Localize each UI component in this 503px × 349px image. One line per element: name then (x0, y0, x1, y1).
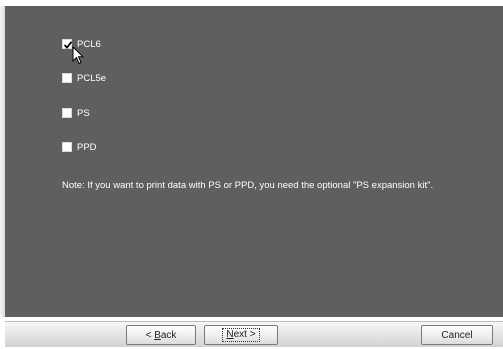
next-arrow: > (246, 329, 256, 340)
mouse-pointer-icon (72, 46, 84, 65)
next-accel: N (226, 329, 234, 340)
back-label: ack (160, 329, 177, 341)
cancel-button[interactable]: Cancel (421, 325, 493, 345)
option-pcl5e[interactable]: PCL5e (62, 72, 106, 84)
pcl6-checkbox[interactable] (62, 39, 73, 49)
pcl5e-label: PCL5e (77, 72, 107, 84)
ps-kit-note: Note: If you want to print data with PS … (62, 180, 434, 191)
next-focus-ring: Next > (222, 328, 260, 342)
ppd-checkbox[interactable] (62, 142, 72, 152)
ps-checkbox[interactable] (62, 108, 72, 118)
ps-label: PS (77, 107, 90, 119)
pcl5e-checkbox[interactable] (62, 73, 72, 83)
back-button[interactable]: < Back (126, 325, 196, 345)
option-ppd[interactable]: PPD (62, 141, 97, 153)
next-label: ext (233, 329, 247, 340)
option-ps[interactable]: PS (62, 107, 90, 119)
back-arrow: < (145, 329, 155, 341)
next-button[interactable]: Next > (204, 325, 278, 345)
back-accel: B (154, 329, 161, 341)
ppd-label: PPD (77, 141, 97, 153)
